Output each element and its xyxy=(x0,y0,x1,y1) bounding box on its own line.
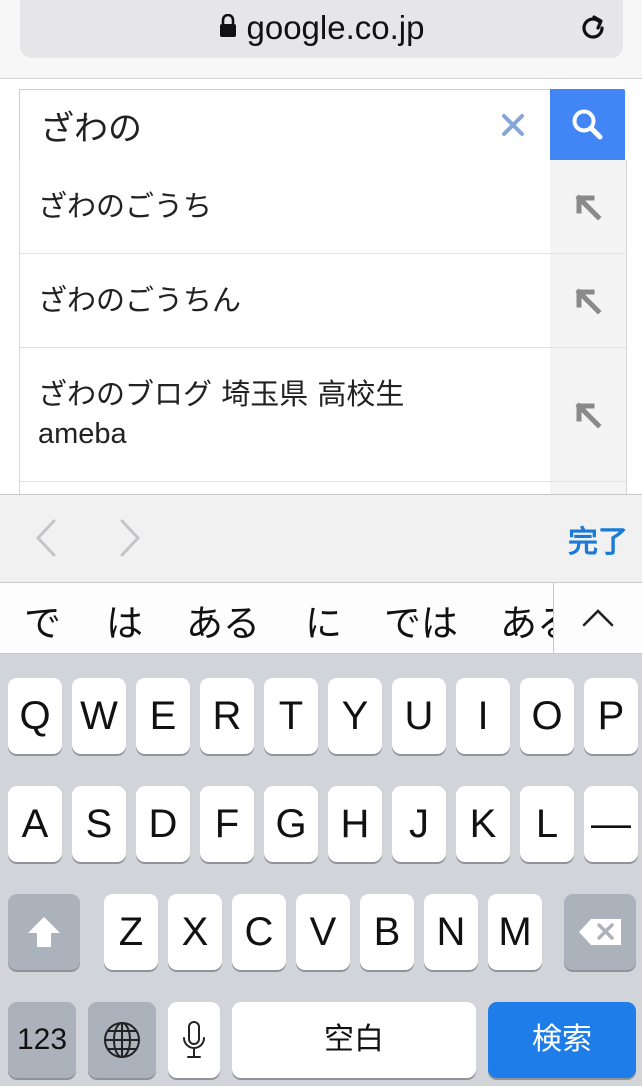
key-z[interactable]: Z xyxy=(104,894,158,970)
shift-icon xyxy=(28,917,60,947)
key-n[interactable]: N xyxy=(424,894,478,970)
numbers-key[interactable]: 123 xyxy=(8,1002,76,1078)
insert-arrow-button[interactable] xyxy=(550,160,626,253)
key-d[interactable]: D xyxy=(136,786,190,862)
insert-arrow-icon xyxy=(575,287,602,315)
key-m[interactable]: M xyxy=(488,894,542,970)
backspace-icon xyxy=(579,919,621,945)
chevron-right-icon[interactable] xyxy=(110,515,150,561)
search-icon xyxy=(572,109,603,140)
key-o[interactable]: O xyxy=(520,678,574,754)
search-input[interactable] xyxy=(20,90,500,160)
google-search-page: ざわのごうち ざわのごうちん ざわのブログ 埼玉県 高校生 ameba xyxy=(0,79,642,522)
globe-icon xyxy=(104,1022,140,1058)
candidate[interactable]: は xyxy=(106,593,143,647)
suggestion-item[interactable]: ざわのブログ 埼玉県 高校生 ameba xyxy=(20,348,626,482)
key-k[interactable]: K xyxy=(456,786,510,862)
key-h[interactable]: H xyxy=(328,786,382,862)
address-domain: google.co.jp xyxy=(246,9,425,46)
search-button[interactable] xyxy=(550,89,625,161)
insert-arrow-icon xyxy=(575,401,602,429)
key-f[interactable]: F xyxy=(200,786,254,862)
suggestion-text: ざわのごうちん xyxy=(38,283,242,317)
candidate[interactable]: に xyxy=(305,593,342,647)
key-t[interactable]: T xyxy=(264,678,318,754)
candidate[interactable]: ある xyxy=(186,593,260,647)
insert-arrow-button[interactable] xyxy=(550,348,626,481)
microphone-icon xyxy=(183,1021,205,1058)
shift-key[interactable] xyxy=(8,894,80,970)
search-key[interactable]: 検索 xyxy=(488,1002,636,1078)
lock-icon xyxy=(219,0,237,55)
insert-arrow-icon xyxy=(575,193,602,221)
key-e[interactable]: E xyxy=(136,678,190,754)
chevron-left-icon[interactable] xyxy=(28,515,68,561)
backspace-key[interactable] xyxy=(564,894,636,970)
key-i[interactable]: I xyxy=(456,678,510,754)
key-j[interactable]: J xyxy=(392,786,446,862)
expand-candidates-button[interactable] xyxy=(553,583,642,653)
key-u[interactable]: U xyxy=(392,678,446,754)
suggestion-text: ざわのごうち xyxy=(38,189,213,223)
done-button[interactable]: 完了 xyxy=(568,517,628,561)
key-l[interactable]: L xyxy=(520,786,574,862)
key-g[interactable]: G xyxy=(264,786,318,862)
key-q[interactable]: Q xyxy=(8,678,62,754)
search-box xyxy=(19,89,551,161)
keyboard-accessory-bar: 完了 xyxy=(0,494,642,583)
suggestion-item[interactable]: ざわのごうち xyxy=(20,160,626,254)
key-r[interactable]: R xyxy=(200,678,254,754)
candidate[interactable]: で xyxy=(24,593,61,647)
key-b[interactable]: B xyxy=(360,894,414,970)
address-text-wrap: google.co.jp xyxy=(20,0,623,58)
globe-key[interactable] xyxy=(88,1002,156,1078)
dictation-key[interactable] xyxy=(168,1002,220,1078)
software-keyboard: Q W E R T Y U I O P A S D F G H J K L — … xyxy=(0,654,642,1086)
insert-arrow-button[interactable] xyxy=(550,254,626,347)
key-w[interactable]: W xyxy=(72,678,126,754)
key-v[interactable]: V xyxy=(296,894,350,970)
key-a[interactable]: A xyxy=(8,786,62,862)
suggestion-subtext: ameba xyxy=(38,418,127,450)
key-y[interactable]: Y xyxy=(328,678,382,754)
clear-icon[interactable] xyxy=(496,108,530,142)
key-c[interactable]: C xyxy=(232,894,286,970)
space-key[interactable]: 空白 xyxy=(232,1002,476,1078)
key-s[interactable]: S xyxy=(72,786,126,862)
key-p[interactable]: P xyxy=(584,678,638,754)
address-bar[interactable]: google.co.jp xyxy=(20,0,623,58)
browser-address-area: google.co.jp xyxy=(0,0,642,79)
suggestion-list: ざわのごうち ざわのごうちん ざわのブログ 埼玉県 高校生 ameba xyxy=(19,160,627,522)
chevron-up-icon xyxy=(582,609,614,627)
candidate[interactable]: では xyxy=(384,593,458,647)
conversion-candidates: で は ある に では ある xyxy=(0,583,642,654)
suggestion-text: ざわのブログ 埼玉県 高校生 xyxy=(38,377,405,411)
suggestion-item[interactable]: ざわのごうちん xyxy=(20,254,626,348)
key-long-vowel[interactable]: — xyxy=(584,786,638,862)
key-x[interactable]: X xyxy=(168,894,222,970)
reload-icon[interactable] xyxy=(577,12,609,44)
